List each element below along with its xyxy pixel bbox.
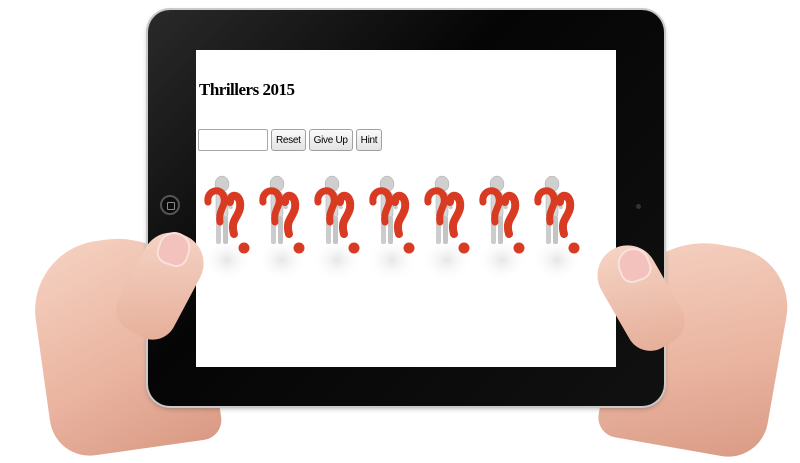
hint-button[interactable]: Hint: [355, 129, 383, 151]
mystery-figure: [420, 172, 475, 284]
person-with-question-mark-icon: [312, 175, 362, 282]
mystery-figure: [365, 172, 420, 284]
give-up-button[interactable]: Give Up: [308, 129, 353, 151]
reset-button[interactable]: Reset: [271, 129, 306, 151]
guess-input[interactable]: [198, 129, 268, 151]
mystery-figure: [310, 172, 365, 284]
mystery-figure: [200, 172, 255, 284]
mystery-figure: [475, 172, 530, 284]
tablet-screen: Thrillers 2015 Reset Give Up Hint: [196, 50, 616, 367]
home-button[interactable]: [160, 195, 180, 215]
person-with-question-mark-icon: [532, 175, 582, 282]
mystery-figure: [530, 172, 585, 284]
person-with-question-mark-icon: [477, 175, 527, 282]
page-title: Thrillers 2015: [199, 80, 295, 99]
person-with-question-mark-icon: [367, 175, 417, 282]
mystery-figures-row: [200, 172, 585, 284]
mystery-figure: [255, 172, 310, 284]
person-with-question-mark-icon: [257, 175, 307, 282]
game-controls: Reset Give Up Hint: [198, 129, 383, 151]
person-with-question-mark-icon: [202, 175, 252, 282]
camera-icon: [636, 204, 641, 209]
person-with-question-mark-icon: [422, 175, 472, 282]
